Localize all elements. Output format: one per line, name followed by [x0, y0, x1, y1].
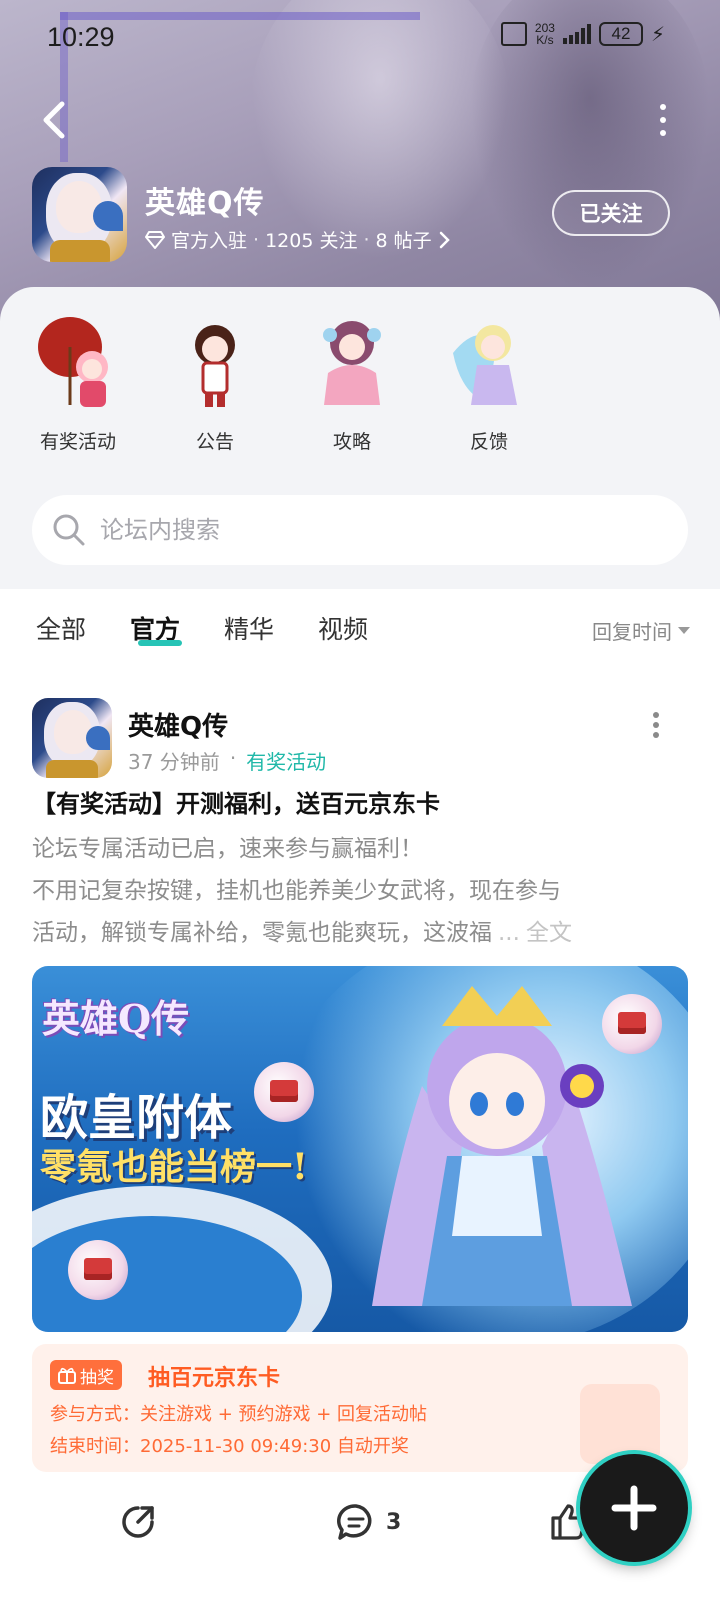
feedback-character-icon: [453, 325, 517, 405]
active-tab-indicator: [138, 640, 182, 646]
author-avatar[interactable]: [32, 698, 112, 778]
sort-dropdown[interactable]: 回复时间: [592, 616, 690, 645]
post-category[interactable]: 有奖活动: [246, 746, 326, 775]
back-arrow-icon: [43, 101, 65, 139]
quick-link-label: 反馈: [469, 431, 508, 453]
comment-button[interactable]: 3: [336, 1502, 401, 1542]
caret-down-icon: [678, 627, 690, 634]
forum-header: 10:29 203 K/s 42 ⚡ 英雄Q传 官方入驻 · 1205 关注 · …: [0, 0, 720, 330]
quick-link-guides[interactable]: 攻略: [292, 307, 412, 457]
gift-orb-icon: [602, 994, 662, 1054]
read-more-link[interactable]: 全文: [526, 912, 572, 954]
quick-link-events[interactable]: 有奖活动: [18, 307, 138, 457]
lottery-title: 抽百元京东卡: [148, 1366, 281, 1391]
tab-featured[interactable]: 精华: [224, 610, 274, 646]
banner-subheadline: 零氪也能当榜一!: [40, 1146, 308, 1188]
post-meta: 37 分钟前 · 有奖活动: [128, 746, 327, 775]
lottery-end-time: 结束时间：2025-11-30 09:49:30 自动开奖: [50, 1436, 409, 1457]
diamond-icon: [145, 230, 165, 249]
game-icon: [32, 167, 127, 262]
followers-count: 1205 关注: [265, 230, 358, 252]
back-button[interactable]: [36, 98, 72, 142]
post-body-line: 不用记复杂按键，挂机也能养美少女武将，现在参与: [32, 878, 561, 904]
share-button[interactable]: [118, 1502, 158, 1542]
status-time: 10:29: [47, 22, 115, 52]
tab-videos[interactable]: 视频: [318, 610, 368, 646]
events-character-icon: [38, 317, 108, 407]
plus-icon: [611, 1485, 657, 1531]
status-icons: 203 K/s 42 ⚡: [500, 21, 665, 47]
lottery-method: 参与方式：关注游戏 + 预约游戏 + 回复活动帖: [50, 1404, 428, 1425]
announcements-character-icon: [195, 325, 235, 407]
posts-count: 8 帖子: [375, 230, 432, 252]
battery-icon: 42: [598, 22, 643, 46]
banner-logo: 英雄Q传: [42, 996, 190, 1041]
more-vertical-icon[interactable]: [658, 104, 668, 136]
gift-watermark-icon: [580, 1384, 660, 1464]
create-post-button[interactable]: [580, 1454, 688, 1562]
gift-icon: [58, 1367, 76, 1384]
post-body-ellipsis: ...: [498, 920, 520, 946]
quick-links: 有奖活动 公告 攻略 反馈: [0, 307, 720, 457]
post-body: 论坛专属活动已启，速来参与赢福利！ 不用记复杂按键，挂机也能养美少女武将，现在参…: [32, 828, 692, 954]
guides-character-icon: [323, 321, 381, 405]
official-label: 官方入驻: [171, 230, 248, 252]
lottery-tag: 抽奖: [50, 1360, 122, 1390]
quick-link-announcements[interactable]: 公告: [155, 307, 275, 457]
quick-link-feedback[interactable]: 反馈: [429, 307, 549, 457]
quick-link-label: 有奖活动: [39, 431, 116, 453]
chevron-right-icon: [439, 231, 450, 248]
game-meta[interactable]: 官方入驻 · 1205 关注 · 8 帖子: [145, 226, 450, 253]
search-icon: [53, 514, 85, 546]
post-time: 37 分钟前: [128, 750, 220, 774]
author-name[interactable]: 英雄Q传: [128, 706, 228, 743]
search-input[interactable]: [100, 516, 620, 544]
sort-label: 回复时间: [592, 620, 672, 644]
signal-icon: [562, 24, 591, 44]
follow-button[interactable]: 已关注: [552, 190, 670, 236]
game-title: 英雄Q传: [145, 186, 265, 221]
post-body-line-last: 活动，解锁专属补给，零氪也能爽玩，这波福 ... 全文: [32, 912, 692, 954]
comment-count: 3: [386, 1509, 402, 1535]
gift-orb-icon: [68, 1240, 128, 1300]
post-more-icon[interactable]: [652, 712, 660, 738]
comment-icon: [337, 1504, 372, 1540]
tab-all[interactable]: 全部: [36, 610, 86, 646]
quick-link-label: 攻略: [332, 431, 371, 453]
net-speed: 203 K/s: [534, 21, 555, 47]
charging-icon: ⚡: [650, 22, 665, 46]
post-body-line: 论坛专属活动已启，速来参与赢福利！: [32, 836, 423, 862]
vibrate-icon: [500, 22, 527, 46]
lottery-card[interactable]: 抽奖 抽百元京东卡 参与方式：关注游戏 + 预约游戏 + 回复活动帖 结束时间：…: [32, 1344, 688, 1472]
post-title: 【有奖活动】开测福利，送百元京东卡: [32, 790, 440, 818]
forum-search[interactable]: [32, 495, 688, 565]
share-icon: [122, 1506, 154, 1538]
post-tabs: 全部 官方 精华 视频 回复时间: [0, 590, 720, 670]
post-banner-image[interactable]: 英雄Q传 欧皇附体 零氪也能当榜一!: [32, 966, 688, 1332]
status-bar: 10:29 203 K/s 42 ⚡: [0, 0, 720, 76]
forum-top-panel: 有奖活动 公告 攻略 反馈: [0, 287, 720, 589]
gift-orb-icon: [254, 1062, 314, 1122]
quick-link-label: 公告: [195, 431, 234, 453]
